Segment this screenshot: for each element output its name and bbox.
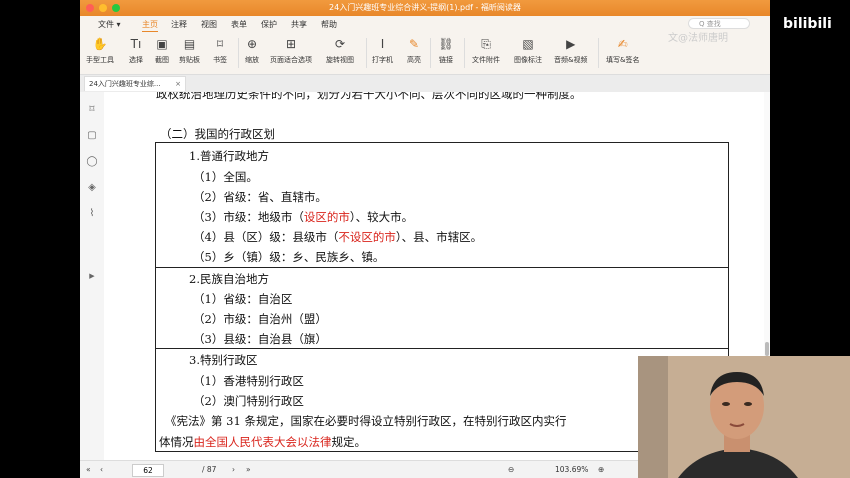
rotate-view-button[interactable]: ⟳ 旋转视图 [326,36,354,65]
fit-page-button[interactable]: ⊞ 页面适合选项 [270,36,312,65]
webcam-overlay [638,356,850,478]
tab-document[interactable]: 24入门兴趣班专业综... × [84,76,186,91]
clipboard-button[interactable]: ▤ 剪贴板 [179,36,200,65]
hand-tool-button[interactable]: ✋ 手型工具 [86,36,114,65]
highlight-text: 设区的市 [303,210,350,224]
title-bar: 24入门兴趣班专业综合讲义-提纲(1).pdf - 福昕阅读器 [80,0,770,16]
sign-icon: ✍ [617,37,628,51]
window-title: 24入门兴趣班专业综合讲义-提纲(1).pdf - 福昕阅读器 [329,3,521,12]
bookmark-panel-icon[interactable]: ⌑ [86,104,98,116]
clipboard-icon: ▤ [183,37,196,51]
left-sidebar: ⌑ ▢ ◯ ◈ ⌇ ▶ [80,92,105,460]
group1-item: （5）乡（镇）级：乡、民族乡、镇。 [193,250,385,264]
menu-file[interactable]: 文件 ▾ [98,19,121,30]
group1-item: （1）全国。 [193,170,258,184]
page-total: / 87 [202,465,217,474]
attachment-icon: ⎘ [481,36,491,51]
highlight-icon: ✎ [408,37,420,51]
typewriter-icon: I [380,37,385,51]
menu-help[interactable]: 帮助 [321,19,337,30]
bilibili-logo: bilibili [783,16,832,32]
table-divider [155,267,729,268]
group1-item: （4）县（区）级：县级市（不设区的市）、县、市辖区。 [193,230,483,244]
screenshot-button[interactable]: ▣ 截图 [154,36,170,65]
tab-label: 24入门兴趣班专业综... [89,80,161,88]
zoom-icon: ⊕ [246,37,258,51]
group3-title: 3.特别行政区 [189,353,258,367]
search-input[interactable]: Q 查找 [688,18,750,29]
group2-item: （3）县级：自治县（旗） [193,332,327,346]
group2-title: 2.民族自治地方 [189,272,269,286]
image-annotation-icon: ▧ [522,37,534,51]
zoom-button[interactable]: ⊕ 缩放 [244,36,260,65]
layers-panel-icon[interactable]: ◈ [86,182,98,194]
menu-protect[interactable]: 保护 [261,19,277,30]
zoom-out-icon[interactable]: ⊖ [508,465,514,474]
next-page-icon[interactable]: › [232,465,235,474]
rotate-icon: ⟳ [334,37,346,51]
bookmark-button[interactable]: ⌑ 书签 [212,36,228,65]
menu-annotate[interactable]: 注释 [171,19,187,30]
media-button[interactable]: ▶ 音频&视频 [554,36,587,65]
group1-item: （2）省级：省、直辖市。 [193,190,327,204]
page-number-input[interactable]: 62 [132,464,164,477]
group2-item: （2）市级：自治州（盟） [193,312,327,326]
table-divider [155,348,729,349]
group2-item: （1）省级：自治区 [193,292,293,306]
prev-page-icon[interactable]: ‹ [100,465,103,474]
hand-icon: ✋ [92,37,108,51]
menu-view[interactable]: 视图 [201,19,217,30]
highlight-button[interactable]: ✎ 高亮 [406,36,422,65]
image-annotation-button[interactable]: ▧ 图像标注 [514,36,542,65]
constitution-paragraph: 体情况由全国人民代表大会以法律规定。 [159,435,366,449]
doc-text-top-cut: 政权统治地理历史条件的不同，划分为若干大小不同、层次不同的区域的一种制度。 [156,92,582,101]
select-button[interactable]: Tı 选择 [128,36,144,65]
media-icon: ▶ [566,37,576,51]
fit-page-icon: ⊞ [285,37,297,51]
expand-panel-icon[interactable]: ▶ [86,270,98,282]
last-page-icon[interactable]: » [246,465,251,474]
zoom-in-icon[interactable]: ⊕ [598,465,604,474]
highlight-text: 不设区的市 [338,230,396,244]
bookmark-icon: ⌑ [216,37,224,51]
first-page-icon[interactable]: « [86,465,91,474]
menu-share[interactable]: 共享 [291,19,307,30]
tab-close-icon[interactable]: × [175,77,181,92]
group3-item: （2）澳门特别行政区 [193,394,304,408]
link-icon: ⛓ [438,37,454,51]
screenshot-icon: ▣ [156,37,168,51]
menu-form[interactable]: 表单 [231,19,247,30]
presenter-video [638,356,850,478]
file-attachment-button[interactable]: ⎘ 文件附件 [472,36,500,65]
menu-home[interactable]: 主页 [142,19,158,33]
link-button[interactable]: ⛓ 链接 [438,36,454,65]
toolbar: ✋ 手型工具 Tı 选择 ▣ 截图 ▤ 剪贴板 ⌑ 书签 ⊕ 缩放 ⊞ 页面适合选项 ⟳ 旋转视… [80,32,770,75]
text-select-icon: Tı [130,37,142,51]
comment-panel-icon[interactable]: ◯ [86,156,98,168]
group1-title: 1.普通行政地方 [189,149,269,163]
typewriter-button[interactable]: I 打字机 [372,36,393,65]
group1-item: （3）市级：地级市（设区的市）、较大市。 [193,210,414,224]
attachment-panel-icon[interactable]: ⌇ [86,208,98,220]
highlight-text: 由全国人民代表大会以法律 [193,435,332,449]
tab-bar: 24入门兴趣班专业综... × [80,75,770,93]
group3-item: （1）香港特别行政区 [193,374,304,388]
watermark-text: 文@法师唐明 [668,33,728,44]
fill-sign-button[interactable]: ✍ 填写&签名 [606,36,639,65]
constitution-paragraph: 《宪法》第 31 条规定，国家在必要时得设立特别行政区，在特别行政区内实行 [165,414,567,428]
zoom-level[interactable]: 103.69% [555,465,588,474]
section-heading: （二）我国的行政区划 [160,127,275,141]
thumbnail-panel-icon[interactable]: ▢ [86,130,98,142]
menu-bar: 文件 ▾ 主页 注释 视图 表单 保护 共享 帮助 Q 查找 [80,16,770,33]
